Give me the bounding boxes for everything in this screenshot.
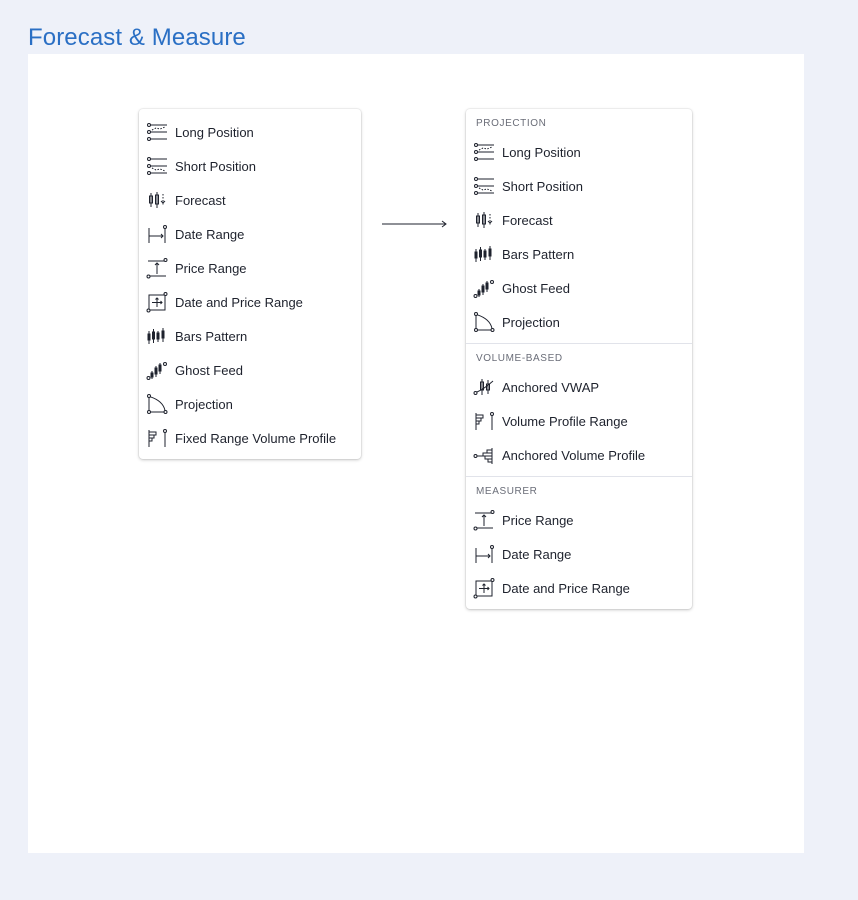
menu-section-measurer: MEASURER Price Range Date Range Date and Pr… xyxy=(466,476,692,609)
menu-item-price-range[interactable]: Price Range xyxy=(466,503,692,537)
menu-section-volume-based: VOLUME-BASED Anchored VWAP Volume Profile … xyxy=(466,343,692,476)
date-price-range-icon xyxy=(473,577,495,599)
page-title: Forecast & Measure xyxy=(28,24,246,51)
fixed-range-volume-profile-icon xyxy=(146,427,168,449)
menu-item-long-position[interactable]: Long Position xyxy=(139,115,361,149)
menu-item-date-and-price-range[interactable]: Date and Price Range xyxy=(139,285,361,319)
menu-item-label: Price Range xyxy=(502,512,574,528)
menu-item-anchored-vwap[interactable]: Anchored VWAP xyxy=(466,370,692,404)
canvas: Long Position Short Position Forecast Date … xyxy=(28,54,804,853)
arrow-right-icon xyxy=(382,220,447,228)
long-position-icon xyxy=(146,121,168,143)
anchored-vwap-icon xyxy=(473,376,495,398)
menu-item-label: Long Position xyxy=(502,144,581,160)
price-range-icon xyxy=(473,509,495,531)
menu-item-forecast[interactable]: Forecast xyxy=(466,203,692,237)
long-position-icon xyxy=(473,141,495,163)
menu-item-label: Ghost Feed xyxy=(175,362,243,378)
menu-item-fixed-range-volume-profile[interactable]: Fixed Range Volume Profile xyxy=(139,421,361,455)
menu-item-label: Long Position xyxy=(175,124,254,140)
section-header: VOLUME-BASED xyxy=(476,353,563,364)
date-range-icon xyxy=(146,223,168,245)
section-header: MEASURER xyxy=(476,486,538,497)
menu-item-label: Projection xyxy=(502,314,560,330)
menu-item-date-range[interactable]: Date Range xyxy=(139,217,361,251)
short-position-icon xyxy=(473,175,495,197)
menu-item-date-range[interactable]: Date Range xyxy=(466,537,692,571)
menu-item-label: Ghost Feed xyxy=(502,280,570,296)
volume-profile-range-icon xyxy=(473,410,495,432)
menu-item-bars-pattern[interactable]: Bars Pattern xyxy=(139,319,361,353)
bars-pattern-icon xyxy=(146,325,168,347)
menu-item-anchored-volume-profile[interactable]: Anchored Volume Profile xyxy=(466,438,692,472)
menu-item-label: Date and Price Range xyxy=(175,294,303,310)
old-menu-items: Long Position Short Position Forecast Date … xyxy=(139,109,361,455)
menu-item-ghost-feed[interactable]: Ghost Feed xyxy=(466,271,692,305)
bars-pattern-icon xyxy=(473,243,495,265)
menu-item-label: Date and Price Range xyxy=(502,580,630,596)
menu-item-label: Volume Profile Range xyxy=(502,413,628,429)
menu-item-date-and-price-range[interactable]: Date and Price Range xyxy=(466,571,692,605)
menu-item-bars-pattern[interactable]: Bars Pattern xyxy=(466,237,692,271)
menu-item-label: Fixed Range Volume Profile xyxy=(175,430,337,446)
menu-item-long-position[interactable]: Long Position xyxy=(466,135,692,169)
menu-item-label: Anchored Volume Profile xyxy=(502,447,646,463)
menu-item-label: Short Position xyxy=(502,178,583,194)
menu-item-volume-profile-range[interactable]: Volume Profile Range xyxy=(466,404,692,438)
menu-item-forecast[interactable]: Forecast xyxy=(139,183,361,217)
menu-item-label: Bars Pattern xyxy=(175,328,248,344)
menu-item-ghost-feed[interactable]: Ghost Feed xyxy=(139,353,361,387)
ghost-feed-icon xyxy=(473,277,495,299)
old-menu: Long Position Short Position Forecast Date … xyxy=(139,109,361,459)
menu-item-short-position[interactable]: Short Position xyxy=(466,169,692,203)
date-price-range-icon xyxy=(146,291,168,313)
anchored-volume-profile-icon xyxy=(473,444,495,466)
menu-item-price-range[interactable]: Price Range xyxy=(139,251,361,285)
menu-item-label: Date Range xyxy=(175,226,245,242)
menu-section-projection: PROJECTION Long Position Short Position For… xyxy=(466,109,692,343)
forecast-icon xyxy=(146,189,168,211)
menu-item-label: Forecast xyxy=(175,192,226,208)
ghost-feed-icon xyxy=(146,359,168,381)
menu-item-label: Anchored VWAP xyxy=(502,379,600,395)
menu-item-projection[interactable]: Projection xyxy=(466,305,692,339)
menu-item-label: Projection xyxy=(175,396,233,412)
date-range-icon xyxy=(473,543,495,565)
section-header: PROJECTION xyxy=(476,118,547,129)
projection-icon xyxy=(473,311,495,333)
price-range-icon xyxy=(146,257,168,279)
menu-item-label: Forecast xyxy=(502,212,553,228)
menu-item-label: Date Range xyxy=(502,546,572,562)
menu-item-short-position[interactable]: Short Position xyxy=(139,149,361,183)
menu-item-label: Bars Pattern xyxy=(502,246,575,262)
forecast-icon xyxy=(473,209,495,231)
new-menu-sections: PROJECTION Long Position Short Position For… xyxy=(466,109,692,609)
menu-item-label: Short Position xyxy=(175,158,256,174)
menu-item-label: Price Range xyxy=(175,260,247,276)
new-menu: PROJECTION Long Position Short Position For… xyxy=(466,109,692,609)
projection-icon xyxy=(146,393,168,415)
menu-item-projection[interactable]: Projection xyxy=(139,387,361,421)
short-position-icon xyxy=(146,155,168,177)
